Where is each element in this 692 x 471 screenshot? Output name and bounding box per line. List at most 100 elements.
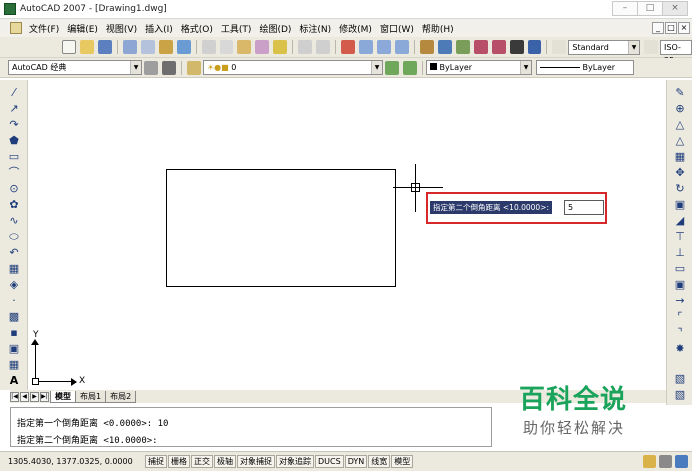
dyn-toggle[interactable]: DYN xyxy=(344,455,368,468)
ellipse-icon[interactable]: ⬭ xyxy=(7,230,21,244)
copy-icon[interactable] xyxy=(219,40,234,54)
dynamic-input-field[interactable]: 5 xyxy=(564,200,604,215)
menu-draw[interactable]: 绘图(D) xyxy=(255,22,295,35)
region-icon[interactable]: ▣ xyxy=(7,342,21,356)
break-icon[interactable]: ▣ xyxy=(673,278,687,292)
explode-icon[interactable]: ✸ xyxy=(673,342,687,356)
doc-minimize-button[interactable]: _ xyxy=(652,22,664,34)
publish-icon[interactable] xyxy=(158,40,173,54)
chevron-down-icon[interactable]: ▼ xyxy=(520,61,531,74)
arc-icon[interactable]: ⌒ xyxy=(7,166,21,180)
move-icon[interactable]: ✥ xyxy=(673,166,687,180)
circle-icon[interactable]: ⊙ xyxy=(7,182,21,196)
revision-cloud-icon[interactable]: ✿ xyxy=(7,198,21,212)
rectangle-icon[interactable]: ▭ xyxy=(7,150,21,164)
ortho-toggle[interactable]: 正交 xyxy=(191,455,213,468)
sheet-set-icon[interactable] xyxy=(473,40,488,54)
menu-modify[interactable]: 修改(M) xyxy=(335,22,376,35)
workspace-select[interactable]: AutoCAD 经典 ▼ xyxy=(8,60,142,75)
zoom-realtime-icon[interactable] xyxy=(359,40,374,54)
stretch-icon[interactable]: ◢ xyxy=(673,214,687,228)
chevron-down-icon[interactable]: ▼ xyxy=(130,61,141,74)
color-select[interactable]: ByLayer ▼ xyxy=(426,60,532,75)
plot-preview-icon[interactable] xyxy=(140,40,155,54)
command-window[interactable]: 指定第一个倒角距离 <0.0000>: 10 指定第二个倒角距离 <10.000… xyxy=(10,407,492,447)
zoom-previous-icon[interactable] xyxy=(394,40,409,54)
calculator-icon[interactable] xyxy=(509,40,524,54)
text-style-select[interactable]: Standard ▼ xyxy=(568,39,641,55)
model-toggle[interactable]: 模型 xyxy=(391,455,414,468)
rotate-icon[interactable]: ↻ xyxy=(673,182,687,196)
layer-icon-b[interactable]: ▧ xyxy=(673,388,687,402)
menu-file[interactable]: 文件(F) xyxy=(25,22,63,35)
line-icon[interactable]: ⁄ xyxy=(7,86,21,100)
close-button[interactable]: × xyxy=(662,1,688,16)
menu-format[interactable]: 格式(O) xyxy=(177,22,217,35)
table-icon[interactable]: ▦ xyxy=(7,358,21,372)
fillet-icon[interactable]: ⌝ xyxy=(673,326,687,340)
layer-icon-a[interactable]: ▧ xyxy=(673,372,687,386)
3d-dwf-icon[interactable] xyxy=(176,40,191,54)
make-block-icon[interactable]: ◈ xyxy=(7,278,21,292)
make-current-layer-icon[interactable] xyxy=(385,60,399,75)
redo-icon[interactable] xyxy=(316,40,331,54)
markup-icon[interactable] xyxy=(491,40,506,54)
properties-icon[interactable] xyxy=(419,40,434,54)
tab-last-button[interactable]: ▶| xyxy=(40,391,49,402)
multiline-text-icon[interactable]: A xyxy=(7,374,21,388)
print-icon[interactable] xyxy=(122,40,137,54)
chamfer-icon[interactable]: ⌜ xyxy=(673,310,687,324)
drawing-canvas[interactable]: 指定第二个倒角距离 <10.0000>: 5 Y X xyxy=(29,80,666,390)
snap-toggle[interactable]: 捕捉 xyxy=(145,455,167,468)
trim-icon[interactable]: ⊤ xyxy=(673,230,687,244)
dim-style-icon[interactable] xyxy=(644,40,659,54)
minimize-button[interactable]: – xyxy=(612,1,638,16)
undo-icon[interactable] xyxy=(298,40,313,54)
otrack-toggle[interactable]: 对象追踪 xyxy=(276,455,314,468)
pan-icon[interactable] xyxy=(341,40,356,54)
tab-layout1[interactable]: 布局1 xyxy=(75,390,107,403)
dim-style-select[interactable]: ISO-25 xyxy=(660,39,692,65)
tab-model[interactable]: 模型 xyxy=(50,390,76,403)
lock-icon[interactable] xyxy=(659,455,672,468)
drawn-rectangle[interactable] xyxy=(166,169,396,287)
new-icon[interactable] xyxy=(62,40,76,54)
clean-screen-icon[interactable] xyxy=(675,455,688,468)
insert-block-icon[interactable]: ▦ xyxy=(7,262,21,276)
match-properties-icon[interactable] xyxy=(255,40,270,54)
design-center-icon[interactable] xyxy=(437,40,452,54)
hatch-icon[interactable]: ▩ xyxy=(7,310,21,324)
grid-toggle[interactable]: 栅格 xyxy=(168,455,190,468)
tool-palettes-icon[interactable] xyxy=(455,40,470,54)
maximize-button[interactable]: □ xyxy=(637,1,663,16)
paste-icon[interactable] xyxy=(237,40,252,54)
join-icon[interactable]: → xyxy=(673,294,687,308)
erase-icon[interactable]: ✎ xyxy=(673,86,687,100)
menu-dimension[interactable]: 标注(N) xyxy=(295,22,335,35)
break-at-point-icon[interactable]: ▭ xyxy=(673,262,687,276)
polar-toggle[interactable]: 极轴 xyxy=(214,455,236,468)
lineweight-toggle[interactable]: 线宽 xyxy=(368,455,391,468)
scale-icon[interactable]: ▣ xyxy=(673,198,687,212)
zoom-window-icon[interactable] xyxy=(377,40,391,54)
gradient-icon[interactable]: ▪ xyxy=(7,326,21,340)
offset-icon[interactable]: △ xyxy=(673,134,687,148)
menu-edit[interactable]: 编辑(E) xyxy=(63,22,102,35)
menu-tools[interactable]: 工具(T) xyxy=(217,22,256,35)
cut-icon[interactable] xyxy=(201,40,216,54)
tab-layout2[interactable]: 布局2 xyxy=(105,390,137,403)
open-icon[interactable] xyxy=(79,40,94,54)
menu-view[interactable]: 视图(V) xyxy=(102,22,141,35)
menu-window[interactable]: 窗口(W) xyxy=(376,22,418,35)
ducs-toggle[interactable]: DUCS xyxy=(315,455,344,468)
tab-first-button[interactable]: |◀ xyxy=(10,391,19,402)
layer-manager-icon[interactable] xyxy=(187,60,201,75)
text-style-icon[interactable] xyxy=(552,40,567,54)
tab-next-button[interactable]: ▶ xyxy=(30,391,39,402)
linetype-select[interactable]: ByLayer xyxy=(536,60,634,75)
workspace-settings-icon[interactable] xyxy=(144,60,158,75)
block-editor-icon[interactable] xyxy=(273,40,288,54)
menu-insert[interactable]: 插入(I) xyxy=(141,22,177,35)
doc-restore-button[interactable]: □ xyxy=(665,22,677,34)
spline-icon[interactable]: ∿ xyxy=(7,214,21,228)
